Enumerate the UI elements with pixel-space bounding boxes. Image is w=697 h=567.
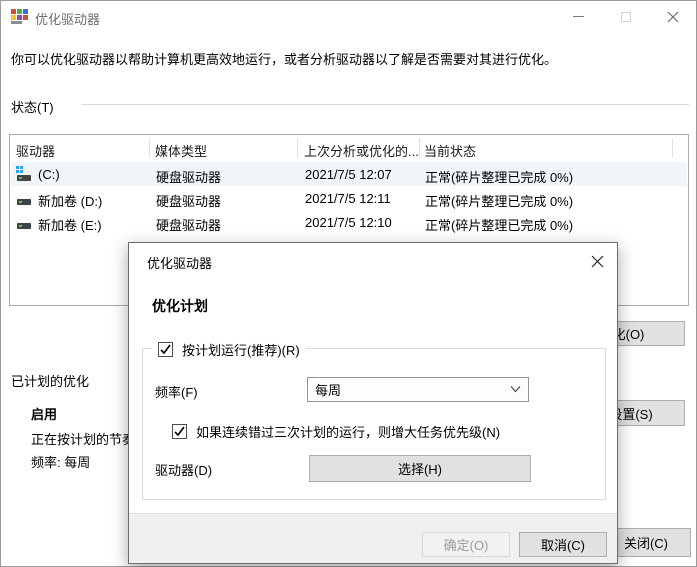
cell-status: 正常(碎片整理已完成 0%) xyxy=(425,215,573,234)
checkmark-icon xyxy=(173,425,186,438)
titlebar: 优化驱动器 xyxy=(1,1,696,33)
cell-drive: 新加卷 (E:) xyxy=(38,215,102,234)
run-on-schedule-label: 按计划运行(推荐)(R) xyxy=(182,340,300,359)
cancel-button[interactable]: 取消(C) xyxy=(519,532,607,557)
close-icon xyxy=(591,255,604,268)
drives-table-header: 驱动器 媒体类型 上次分析或优化的... 当前状态 xyxy=(10,135,688,161)
system-drive-icon xyxy=(16,166,34,182)
optimize-drives-window: 优化驱动器 你可以优化驱动器以帮助计算机更高效地运行，或者分析驱动器以了解是否需… xyxy=(0,0,697,567)
frequency-dropdown[interactable]: 每周 xyxy=(307,377,529,402)
maximize-button xyxy=(602,1,649,32)
cell-status: 正常(碎片整理已完成 0%) xyxy=(425,191,573,210)
cell-media: 硬盘驱动器 xyxy=(156,167,221,186)
ok-button: 确定(O) xyxy=(422,532,510,557)
dialog-footer: 确定(O) 取消(C) xyxy=(129,513,617,563)
maximize-icon xyxy=(621,12,631,22)
dialog-heading: 优化计划 xyxy=(152,296,208,316)
column-divider xyxy=(149,138,150,158)
checkbox-box xyxy=(158,342,173,357)
missed-runs-label: 如果连续错过三次计划的运行，则增大任务优先级(N) xyxy=(196,422,500,441)
column-header-last[interactable]: 上次分析或优化的... xyxy=(304,141,419,160)
column-divider xyxy=(297,138,298,158)
column-divider xyxy=(672,138,673,158)
chevron-down-icon xyxy=(510,385,521,393)
close-window-button[interactable] xyxy=(649,1,696,32)
cell-drive: (C:) xyxy=(38,167,60,182)
close-icon xyxy=(667,11,679,23)
column-divider xyxy=(419,138,420,158)
cell-last: 2021/7/5 12:11 xyxy=(305,191,391,206)
cell-last: 2021/7/5 12:10 xyxy=(305,215,392,230)
optimization-schedule-dialog: 优化驱动器 优化计划 按计划运行(推荐)(R) 频率(F) 每周 如果连续错过三… xyxy=(128,242,618,564)
window-title: 优化驱动器 xyxy=(35,9,100,28)
scheduled-detail: 正在按计划的节奏 xyxy=(31,429,135,448)
dialog-close-button[interactable] xyxy=(586,251,608,271)
minimize-icon xyxy=(573,16,584,17)
frequency-label: 频率(F) xyxy=(155,382,198,401)
checkbox-box xyxy=(172,424,187,439)
checkmark-icon xyxy=(159,343,172,356)
missed-runs-checkbox[interactable]: 如果连续错过三次计划的运行，则增大任务优先级(N) xyxy=(172,422,500,441)
column-header-drive[interactable]: 驱动器 xyxy=(16,141,55,160)
cell-media: 硬盘驱动器 xyxy=(156,215,221,234)
defrag-app-icon xyxy=(11,9,28,25)
scheduled-frequency: 频率: 每周 xyxy=(31,452,90,471)
dialog-title: 优化驱动器 xyxy=(147,253,212,272)
status-divider xyxy=(81,104,689,105)
drives-label: 驱动器(D) xyxy=(155,460,212,479)
table-row-drive-c[interactable]: (C:) 硬盘驱动器 2021/7/5 12:07 正常(碎片整理已完成 0%) xyxy=(11,162,687,186)
choose-drives-button[interactable]: 选择(H) xyxy=(309,455,531,482)
cell-last: 2021/7/5 12:07 xyxy=(305,167,392,182)
cell-status: 正常(碎片整理已完成 0%) xyxy=(425,167,573,186)
frequency-selected-value: 每周 xyxy=(308,380,341,399)
drive-icon xyxy=(16,214,34,230)
scheduled-state: 启用 xyxy=(31,404,57,423)
column-header-status[interactable]: 当前状态 xyxy=(424,141,476,160)
column-header-media[interactable]: 媒体类型 xyxy=(155,141,207,160)
table-row-drive-d[interactable]: 新加卷 (D:) 硬盘驱动器 2021/7/5 12:11 正常(碎片整理已完成… xyxy=(11,186,687,210)
table-row-drive-e[interactable]: 新加卷 (E:) 硬盘驱动器 2021/7/5 12:10 正常(碎片整理已完成… xyxy=(11,210,687,234)
window-description: 你可以优化驱动器以帮助计算机更高效地运行，或者分析驱动器以了解是否需要对其进行优… xyxy=(11,49,681,68)
drive-icon xyxy=(16,190,34,206)
cell-drive: 新加卷 (D:) xyxy=(38,191,102,210)
cell-media: 硬盘驱动器 xyxy=(156,191,221,210)
minimize-button[interactable] xyxy=(555,1,602,32)
scheduled-section-label: 已计划的优化 xyxy=(11,371,89,390)
run-on-schedule-checkbox[interactable]: 按计划运行(推荐)(R) xyxy=(152,340,306,359)
status-section-label: 状态(T) xyxy=(11,97,54,116)
